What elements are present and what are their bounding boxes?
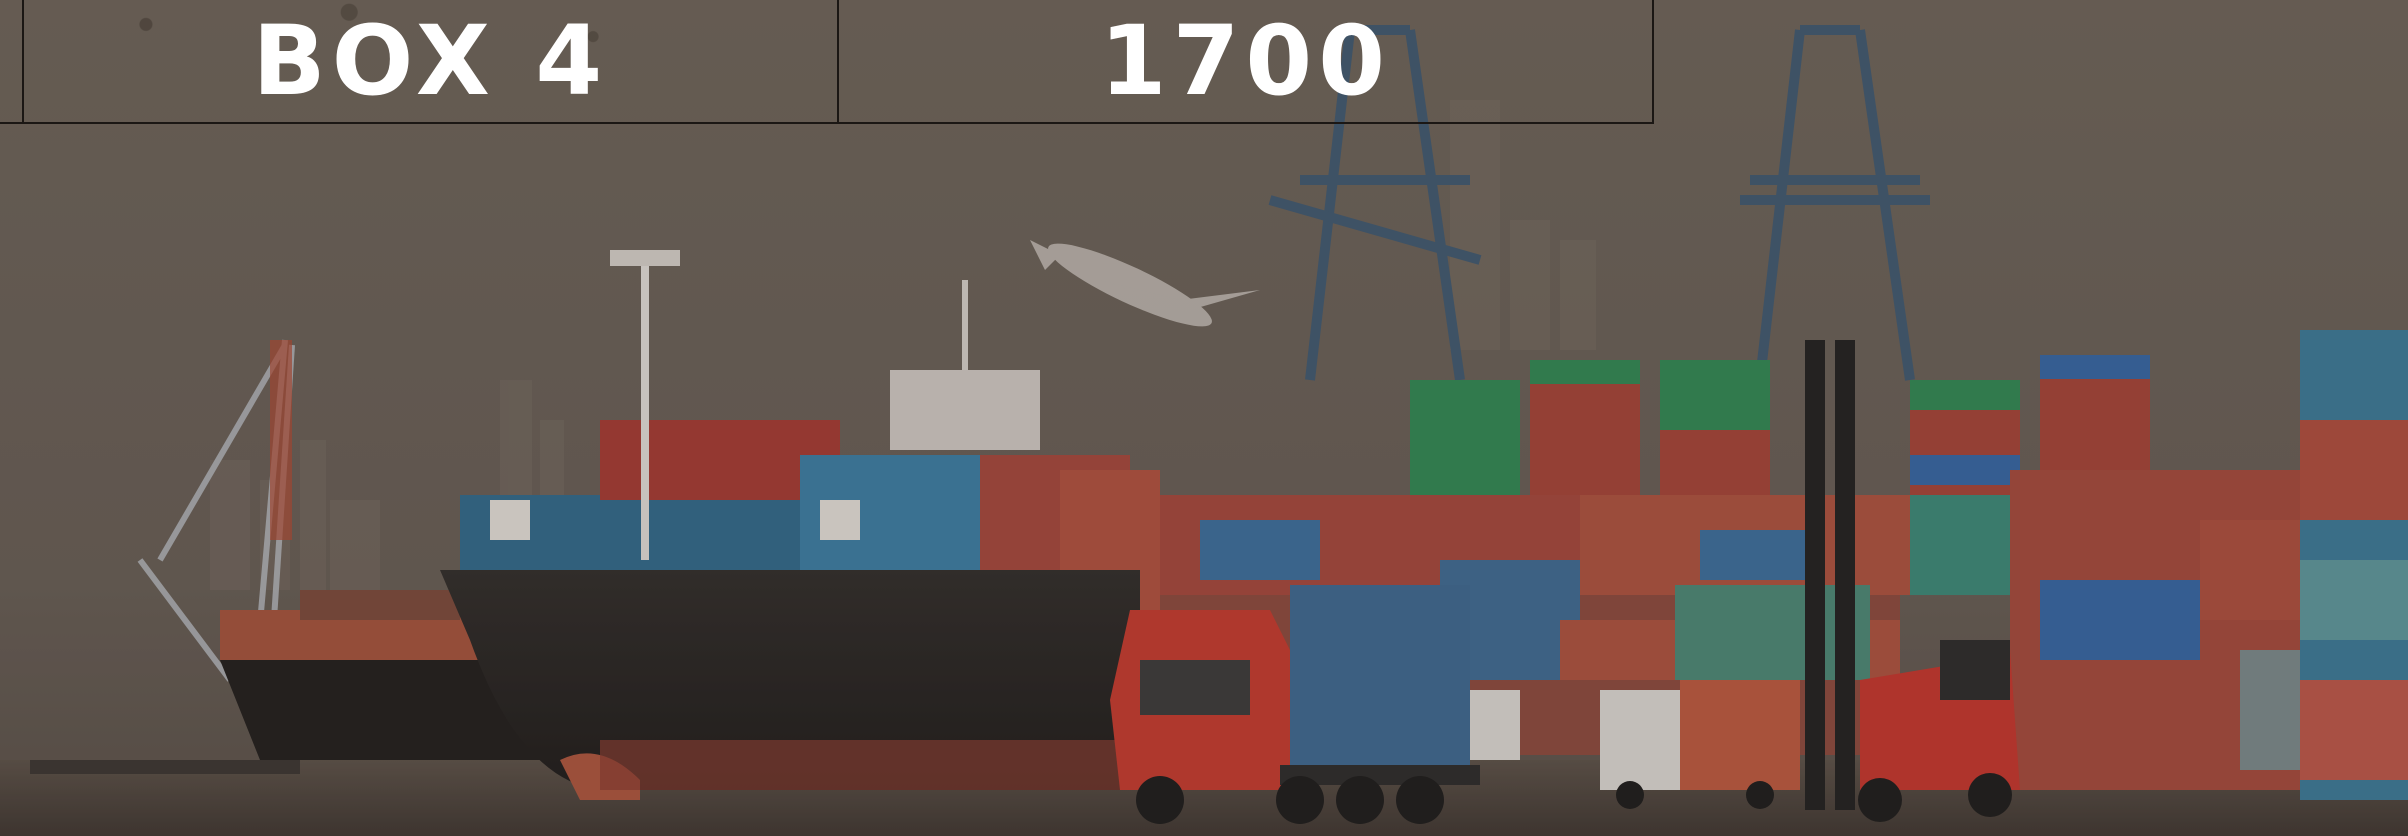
box-label-cell: BOX 4 bbox=[21, 0, 839, 124]
table-edge-cell bbox=[0, 0, 24, 124]
price-table: BOX 4 1700 bbox=[0, 0, 1655, 124]
box-value-cell: 1700 bbox=[836, 0, 1655, 124]
container-truck bbox=[1110, 585, 1480, 824]
port-logistics-illustration bbox=[0, 25, 2408, 836]
gantry-crane-2 bbox=[1740, 25, 1930, 381]
table-row: BOX 4 1700 bbox=[0, 0, 1655, 124]
container-ship bbox=[440, 250, 1160, 800]
airplane bbox=[1030, 240, 1260, 327]
shipping-banner: BOX 4 1700 bbox=[0, 0, 2408, 836]
